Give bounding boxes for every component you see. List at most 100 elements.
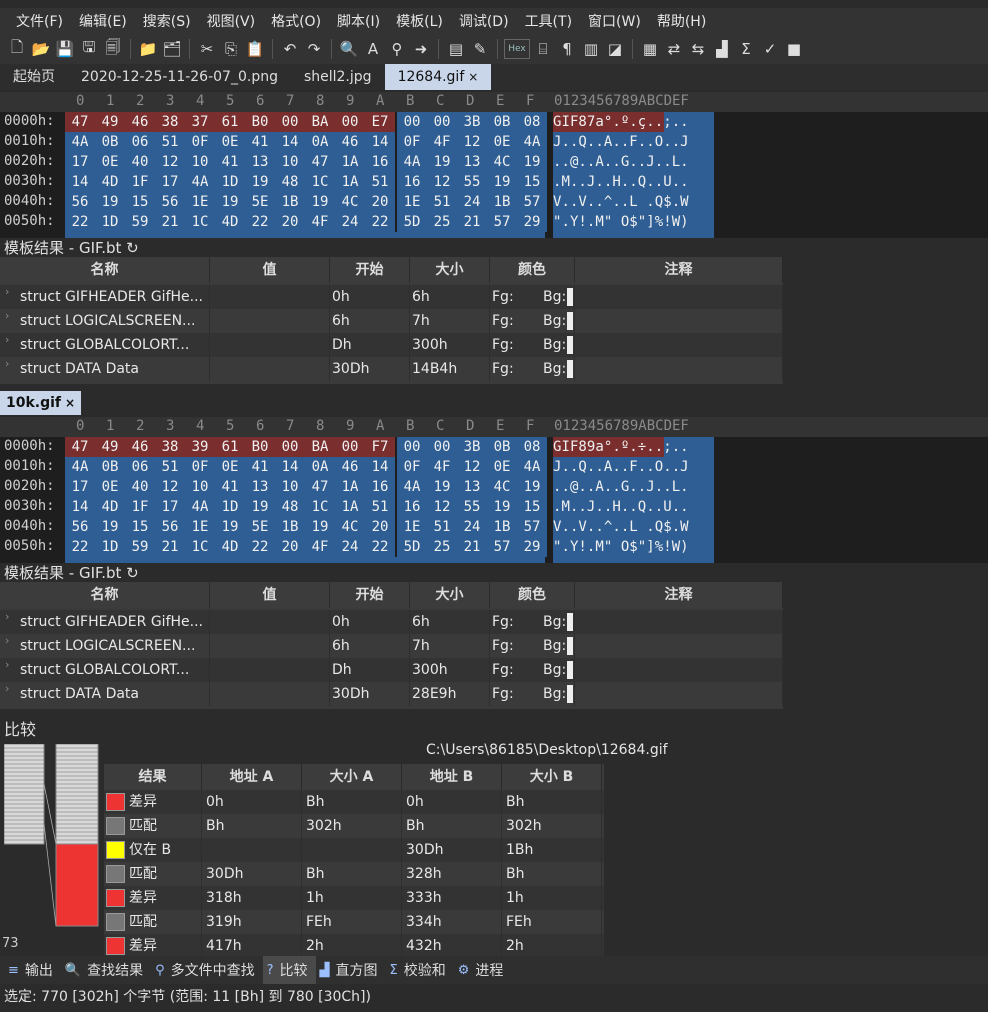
column-header-addr_b[interactable]: 地址 B: [402, 764, 502, 790]
undo-icon[interactable]: ↶: [279, 38, 301, 60]
bg-color-swatch[interactable]: [567, 312, 573, 330]
column-header-name[interactable]: 名称: [0, 582, 210, 608]
bottom-tab-compare[interactable]: ? 比较: [262, 956, 316, 984]
ascii-text[interactable]: .M..J..H..Q..U..: [553, 497, 714, 517]
column-header-start[interactable]: 开始: [330, 582, 410, 608]
hex-byte[interactable]: 0A: [305, 457, 335, 477]
hex-byte[interactable]: 00: [397, 112, 427, 132]
ascii-text[interactable]: ..@..A..G..J..L.: [553, 152, 714, 172]
hex-byte[interactable]: F7: [365, 437, 395, 457]
save-as-icon[interactable]: 🖫: [78, 38, 100, 60]
ascii-text[interactable]: V..V..^..L .Q$.W: [553, 192, 714, 212]
hex-byte[interactable]: 41: [215, 477, 245, 497]
hex-byte[interactable]: BA: [305, 437, 335, 457]
hex-byte[interactable]: 00: [275, 112, 305, 132]
hex-byte[interactable]: 5E: [245, 192, 275, 212]
hex-byte[interactable]: 00: [427, 437, 457, 457]
hex-byte[interactable]: 22: [65, 212, 95, 232]
hex-byte[interactable]: 15: [517, 172, 547, 192]
hex-byte[interactable]: 37: [185, 112, 215, 132]
hex-byte[interactable]: 17: [155, 172, 185, 192]
hex-byte[interactable]: 46: [335, 132, 365, 152]
hex-byte[interactable]: 1D: [215, 497, 245, 517]
hex-byte[interactable]: 19: [215, 192, 245, 212]
hex-byte[interactable]: 16: [365, 152, 395, 172]
hex-byte[interactable]: E7: [365, 112, 395, 132]
hex-byte[interactable]: 24: [335, 212, 365, 232]
menu-item[interactable]: 调试(D): [451, 11, 517, 31]
open-multiple-icon[interactable]: 🗂: [161, 38, 183, 60]
hex-byte[interactable]: 46: [125, 437, 155, 457]
pilcrow-icon[interactable]: ¶: [556, 38, 578, 60]
hex-byte[interactable]: 4A: [397, 152, 427, 172]
hex-byte[interactable]: 00: [427, 112, 457, 132]
hex-byte[interactable]: 10: [275, 152, 305, 172]
hex-byte[interactable]: 4A: [517, 132, 547, 152]
hex-byte[interactable]: 19: [487, 172, 517, 192]
hex-byte[interactable]: 06: [125, 457, 155, 477]
hex-byte[interactable]: 4C: [487, 477, 517, 497]
hex-byte[interactable]: BA: [305, 112, 335, 132]
hex-byte[interactable]: 15: [125, 192, 155, 212]
hex-byte[interactable]: 1B: [487, 517, 517, 537]
column-header-size[interactable]: 大小: [410, 257, 490, 283]
hex-byte[interactable]: 0F: [397, 132, 427, 152]
column-header-value[interactable]: 值: [210, 582, 330, 608]
base-converter-icon[interactable]: ⇄: [663, 38, 685, 60]
hex-byte[interactable]: 4F: [427, 132, 457, 152]
hex-byte[interactable]: 47: [305, 152, 335, 172]
hex-byte[interactable]: 0E: [95, 152, 125, 172]
hex-byte[interactable]: 10: [185, 152, 215, 172]
hex-byte[interactable]: 0E: [487, 132, 517, 152]
bg-color-swatch[interactable]: [567, 661, 573, 679]
hex-byte[interactable]: 12: [427, 172, 457, 192]
highlight-icon[interactable]: ◪: [604, 38, 626, 60]
hex-byte[interactable]: 08: [517, 437, 547, 457]
bg-color-swatch[interactable]: [567, 613, 573, 631]
hex-byte[interactable]: 4D: [95, 497, 125, 517]
hex-byte[interactable]: 19: [427, 477, 457, 497]
hex-byte[interactable]: 61: [215, 112, 245, 132]
folder-icon[interactable]: 📁: [137, 38, 159, 60]
hex-byte[interactable]: 41: [215, 152, 245, 172]
hex-byte[interactable]: 4D: [215, 537, 245, 557]
hex-byte[interactable]: 0E: [215, 132, 245, 152]
hex-byte[interactable]: 24: [335, 537, 365, 557]
hex-byte[interactable]: 19: [95, 192, 125, 212]
hex-byte[interactable]: 1B: [487, 192, 517, 212]
hex-byte[interactable]: 0B: [95, 132, 125, 152]
hex-byte[interactable]: 1C: [185, 537, 215, 557]
hex-byte[interactable]: 4F: [305, 212, 335, 232]
hex-byte[interactable]: 1A: [335, 477, 365, 497]
hex-byte[interactable]: 0A: [305, 132, 335, 152]
find-replace-icon[interactable]: A: [362, 38, 384, 60]
save-icon[interactable]: 💾: [54, 38, 76, 60]
hex-byte[interactable]: 17: [65, 477, 95, 497]
script-icon[interactable]: ✎: [469, 38, 491, 60]
hex-byte[interactable]: 13: [245, 152, 275, 172]
hex-byte[interactable]: 51: [155, 132, 185, 152]
column-header-value[interactable]: 值: [210, 257, 330, 283]
hex-editor-pane-2[interactable]: 0 1 2 3 4 5 6 7 8 9 A B C D E F 0123456789ABCDEF 0000h: 47…: [0, 417, 988, 563]
hex-byte[interactable]: 19: [427, 152, 457, 172]
hex-byte[interactable]: 16: [397, 172, 427, 192]
hex-byte[interactable]: 5D: [397, 212, 427, 232]
hex-byte[interactable]: 1C: [305, 172, 335, 192]
hex-byte[interactable]: 19: [245, 497, 275, 517]
hex-row[interactable]: 0050h: 22 1D 59 21 1C 4D 22 20 4F 24 22 5D 25 21 57 29 ".…: [0, 537, 988, 557]
hex-row[interactable]: 0040h: 56 19 15 56 1E 19 5E 1B 19 4C 20 1E 51 24 1B 57 V.…: [0, 517, 988, 537]
hex-byte[interactable]: 1B: [275, 517, 305, 537]
hex-byte[interactable]: 4D: [95, 172, 125, 192]
find-icon[interactable]: 🔍: [338, 38, 360, 60]
menu-item[interactable]: 编辑(E): [71, 11, 135, 31]
hex-byte[interactable]: 0F: [185, 457, 215, 477]
new-file-icon[interactable]: 🗋: [6, 38, 28, 60]
bg-color-swatch[interactable]: [567, 336, 573, 354]
hex-byte[interactable]: 56: [65, 192, 95, 212]
hex-byte[interactable]: 1C: [305, 497, 335, 517]
hex-byte[interactable]: 51: [155, 457, 185, 477]
hex-byte[interactable]: 55: [457, 497, 487, 517]
hex-byte[interactable]: 46: [125, 112, 155, 132]
paste-icon[interactable]: 📋: [244, 38, 266, 60]
hex-byte[interactable]: 12: [457, 457, 487, 477]
